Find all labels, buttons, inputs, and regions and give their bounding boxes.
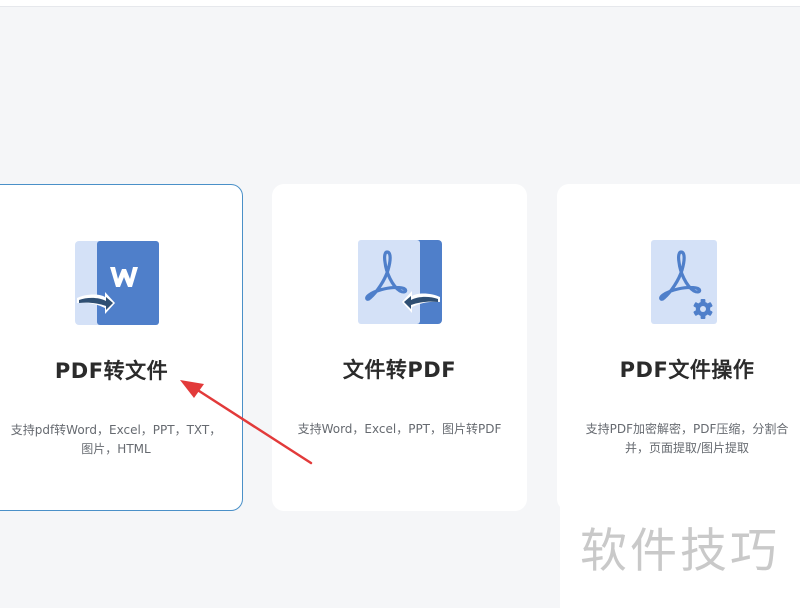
card-title: PDF文件操作 xyxy=(619,358,755,382)
pdf-settings-icon xyxy=(651,240,717,324)
card-description: 支持pdf转Word，Excel，PPT，TXT，图片，HTML xyxy=(10,423,222,456)
pdf-to-word-icon xyxy=(75,241,159,325)
card-title: PDF转文件 xyxy=(54,359,169,383)
watermark: 软件技巧 xyxy=(560,505,800,608)
card-file-to-pdf[interactable]: 文件转PDF 支持Word，Excel，PPT，图片转PDF xyxy=(272,184,527,511)
card-pdf-to-file[interactable]: PDF转文件 支持pdf转Word，Excel，PPT，TXT，图片，HTML xyxy=(0,184,243,511)
card-title: 文件转PDF xyxy=(342,358,457,382)
card-description: 支持Word，Excel，PPT，图片转PDF xyxy=(297,422,502,436)
top-bar xyxy=(0,0,800,7)
card-pdf-operations[interactable]: PDF文件操作 支持PDF加密解密，PDF压缩，分割合并，页面提取/图片提取 xyxy=(557,184,800,511)
card-description: 支持PDF加密解密，PDF压缩，分割合并，页面提取/图片提取 xyxy=(585,422,789,455)
file-to-pdf-icon xyxy=(358,240,442,324)
